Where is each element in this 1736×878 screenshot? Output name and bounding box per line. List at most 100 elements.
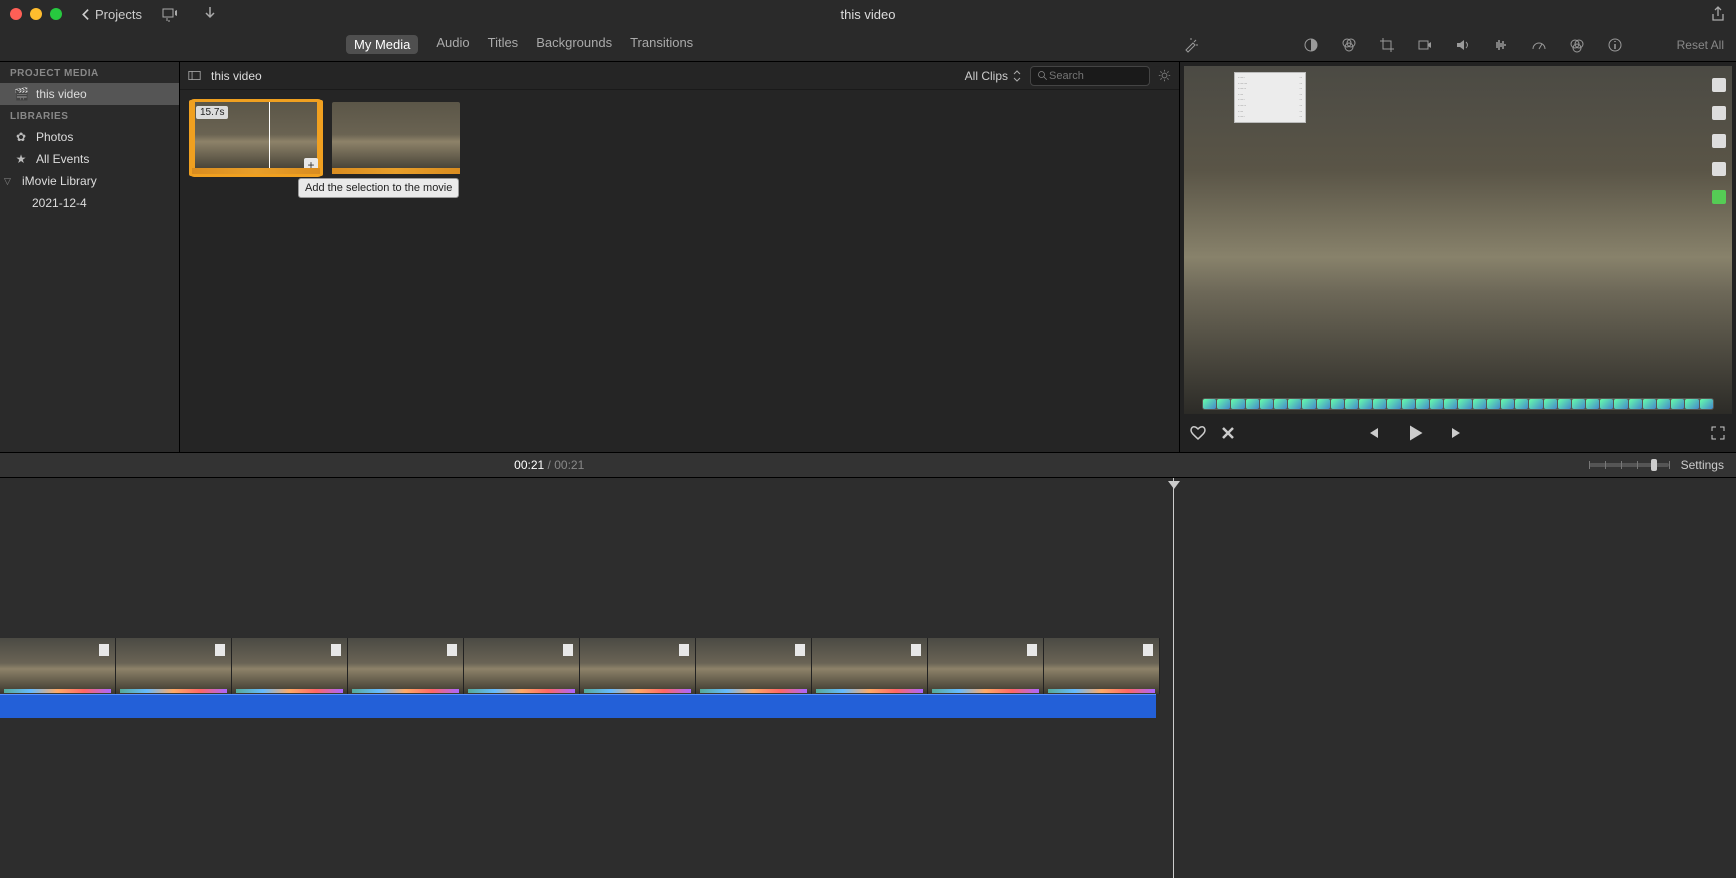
sidebar-toggle-icon[interactable] [188, 69, 201, 82]
zoom-slider[interactable] [1589, 463, 1669, 467]
sidebar-item-label: iMovie Library [22, 174, 97, 188]
clapper-icon: 🎬 [14, 87, 28, 101]
sidebar-item-imovie-library[interactable]: ▽ iMovie Library [0, 170, 179, 192]
selection-handle-left[interactable] [189, 100, 195, 176]
timecode-total: 00:21 [554, 458, 584, 472]
tab-titles[interactable]: Titles [488, 35, 519, 54]
back-label: Projects [95, 7, 142, 22]
sidebar-item-label: this video [36, 87, 87, 101]
timeline-audio-track[interactable] [0, 694, 1156, 718]
maximize-window-button[interactable] [50, 8, 62, 20]
clips-filter-dropdown[interactable]: All Clips [965, 69, 1022, 83]
viewer: ········································… [1180, 62, 1736, 452]
download-icon[interactable] [202, 6, 218, 22]
sidebar-item-label: 2021-12-4 [32, 196, 87, 210]
media-browser: this video All Clips 15.7s + [180, 62, 1180, 452]
chevron-left-icon [80, 8, 93, 21]
titlebar-icons [162, 6, 218, 22]
color-correction-icon[interactable] [1341, 37, 1357, 53]
preview-dock [1202, 398, 1714, 410]
reset-all-button[interactable]: Reset All [1677, 38, 1724, 52]
sidebar-section-project: PROJECT MEDIA [0, 62, 179, 83]
next-button[interactable] [1449, 425, 1465, 441]
playhead[interactable] [1173, 478, 1174, 878]
timecode-current: 00:21 [514, 458, 544, 472]
viewer-controls [1180, 414, 1736, 452]
sidebar-item-event-date[interactable]: 2021-12-4 [0, 192, 179, 214]
timeline-clip[interactable] [232, 638, 348, 694]
window-title: this video [841, 7, 896, 22]
timeline-clip[interactable] [348, 638, 464, 694]
timeline-clip[interactable] [580, 638, 696, 694]
tab-backgrounds[interactable]: Backgrounds [536, 35, 612, 54]
disclosure-triangle-icon[interactable]: ▽ [4, 176, 14, 187]
updown-arrows-icon [1012, 70, 1022, 82]
speed-icon[interactable] [1531, 37, 1547, 53]
timeline-track[interactable] [0, 478, 1736, 878]
timeline-clip[interactable] [812, 638, 928, 694]
tooltip: Add the selection to the movie [298, 178, 459, 198]
clip-audio-strip [192, 168, 320, 174]
timeline-clip[interactable] [116, 638, 232, 694]
sidebar-item-photos[interactable]: ✿ Photos [0, 126, 179, 148]
timeline-clip[interactable] [0, 638, 116, 694]
zoom-knob[interactable] [1651, 459, 1657, 471]
sidebar-item-label: Photos [36, 130, 73, 144]
close-window-button[interactable] [10, 8, 22, 20]
timeline-clip[interactable] [1044, 638, 1160, 694]
timecode: 00:21 / 00:21 [514, 458, 584, 472]
share-button[interactable] [1710, 6, 1726, 22]
sidebar-item-this-video[interactable]: 🎬 this video [0, 83, 179, 105]
timeline-clip[interactable] [464, 638, 580, 694]
sidebar: PROJECT MEDIA 🎬 this video LIBRARIES ✿ P… [0, 62, 180, 452]
fullscreen-icon[interactable] [1710, 425, 1726, 441]
preview-desktop-icons [1712, 78, 1726, 204]
filters-icon[interactable] [1569, 37, 1585, 53]
timeline-header: 00:21 / 00:21 Settings [0, 452, 1736, 478]
crop-icon[interactable] [1379, 37, 1395, 53]
timeline-clip[interactable] [696, 638, 812, 694]
search-input[interactable] [1049, 70, 1139, 82]
stabilization-icon[interactable] [1417, 37, 1433, 53]
traffic-lights [10, 8, 62, 20]
filter-label: All Clips [965, 69, 1008, 83]
tab-audio[interactable]: Audio [436, 35, 469, 54]
adjustment-icons: Reset All [1183, 37, 1736, 53]
play-button[interactable] [1405, 423, 1425, 443]
main-split: PROJECT MEDIA 🎬 this video LIBRARIES ✿ P… [0, 62, 1736, 452]
flower-icon: ✿ [14, 130, 28, 144]
volume-icon[interactable] [1455, 37, 1471, 53]
reject-icon[interactable] [1220, 425, 1236, 441]
gear-icon[interactable] [1158, 69, 1171, 82]
browser-header: this video All Clips [180, 62, 1179, 90]
titlebar: Projects this video [0, 0, 1736, 28]
timeline-settings-button[interactable]: Settings [1681, 458, 1724, 472]
clips-area[interactable]: 15.7s + Add the selection to the movie [180, 90, 1179, 452]
back-to-projects-button[interactable]: Projects [80, 7, 142, 22]
preview-dropdown-menu: ········································… [1234, 72, 1306, 123]
search-icon [1037, 70, 1049, 82]
minimize-window-button[interactable] [30, 8, 42, 20]
clip-audio-strip [332, 168, 460, 174]
star-icon: ★ [14, 152, 28, 166]
sidebar-item-label: All Events [36, 152, 89, 166]
media-import-icon[interactable] [162, 6, 178, 22]
auto-enhance-icon[interactable] [1183, 37, 1199, 53]
sidebar-section-libraries: LIBRARIES [0, 105, 179, 126]
media-clip-2[interactable] [332, 102, 460, 174]
info-icon[interactable] [1607, 37, 1623, 53]
browser-title: this video [211, 69, 262, 83]
search-box[interactable] [1030, 66, 1150, 86]
favorite-icon[interactable] [1190, 425, 1206, 441]
sidebar-item-all-events[interactable]: ★ All Events [0, 148, 179, 170]
viewer-canvas[interactable]: ········································… [1184, 66, 1732, 414]
media-clip-1[interactable]: 15.7s + [192, 102, 320, 174]
previous-button[interactable] [1365, 425, 1381, 441]
noise-reduction-icon[interactable] [1493, 37, 1509, 53]
timeline-clip[interactable] [928, 638, 1044, 694]
timeline-pane: 00:21 / 00:21 Settings [0, 452, 1736, 878]
tab-my-media[interactable]: My Media [346, 35, 418, 54]
tab-transitions[interactable]: Transitions [630, 35, 693, 54]
color-balance-icon[interactable] [1303, 37, 1319, 53]
skim-playhead [269, 102, 270, 174]
